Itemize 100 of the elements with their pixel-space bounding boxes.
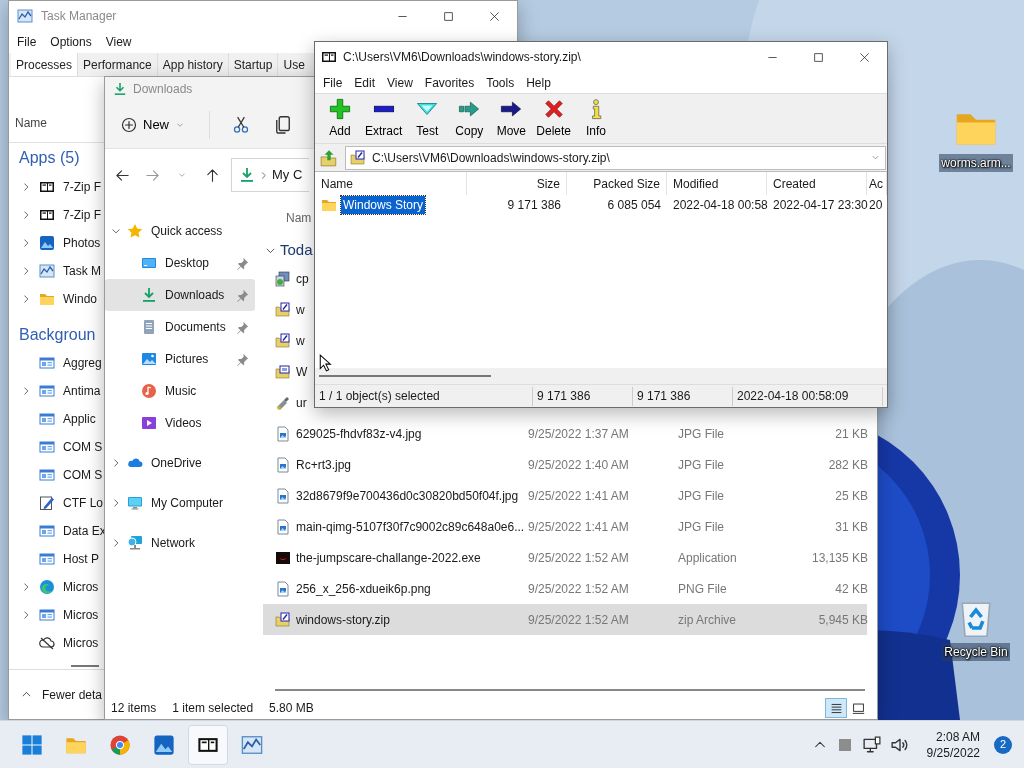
- file-row[interactable]: 629025-fhdvf83z-v4.jpg 9/25/2022 1:37 AM JPG File 21 KB: [263, 418, 867, 449]
- process-name: Micros: [63, 635, 99, 652]
- file-row[interactable]: windows-story.zip 9/25/2022 1:52 AM zip Archive 5,945 KB: [263, 604, 867, 635]
- menu-item[interactable]: Edit: [348, 73, 382, 92]
- new-button[interactable]: New: [115, 110, 191, 139]
- chevron-right-icon[interactable]: [21, 210, 31, 220]
- sidebar-item[interactable]: Quick access: [105, 215, 255, 247]
- file-row[interactable]: Rc+rt3.jpg 9/25/2022 1:40 AM JPG File 282 KB: [263, 449, 867, 480]
- clock-date[interactable]: 9/25/2022: [926, 744, 980, 761]
- process-row[interactable]: Task M: [9, 257, 101, 285]
- details-view-icon: [829, 701, 843, 715]
- scrollbar-thumb[interactable]: [275, 689, 865, 691]
- chevron-right-icon[interactable]: [21, 238, 31, 248]
- chevron-right-icon[interactable]: [111, 498, 121, 508]
- sidebar-item[interactable]: Videos: [105, 407, 255, 439]
- process-row[interactable]: Micros: [9, 601, 99, 629]
- window-icon: [39, 523, 55, 539]
- sidebar-item[interactable]: Desktop: [105, 247, 255, 279]
- toolbar-button[interactable]: Extract: [361, 95, 407, 142]
- file-row[interactable]: ur: [263, 387, 308, 418]
- file-row[interactable]: 256_x_256-xdueik6p.png 9/25/2022 1:52 AM PNG File 42 KB: [263, 573, 867, 604]
- file-name: 256_x_256-xdueik6p.png: [296, 580, 432, 598]
- tool-icon: [275, 394, 291, 411]
- toolbar-button[interactable]: Move: [490, 95, 533, 142]
- column-header[interactable]: Packed Size: [567, 172, 667, 195]
- folder-name[interactable]: Windows Story: [341, 196, 426, 214]
- toolbar-button[interactable]: Test: [406, 95, 449, 142]
- view-button[interactable]: [825, 698, 847, 718]
- menu-item[interactable]: File: [17, 33, 37, 51]
- menu-item[interactable]: Help: [520, 73, 557, 92]
- desktop-icon-label[interactable]: Recycle Bin: [942, 643, 1010, 661]
- process-name: 7-Zip F: [63, 207, 101, 224]
- process-row[interactable]: COM S: [9, 461, 103, 489]
- process-row[interactable]: Photos: [9, 229, 101, 257]
- chevron-right-icon[interactable]: [111, 538, 121, 548]
- chevron-right-icon[interactable]: [111, 458, 121, 468]
- process-row[interactable]: Micros: [9, 629, 99, 657]
- sidebar-item[interactable]: Pictures: [105, 343, 255, 375]
- sidebar-item[interactable]: My Computer: [105, 487, 255, 519]
- menu-item[interactable]: View: [105, 33, 132, 51]
- group-heading: Toda: [280, 239, 313, 260]
- scrollbar-thumb[interactable]: [319, 375, 491, 377]
- chevron-right-icon[interactable]: [21, 582, 31, 592]
- path-combo[interactable]: C:\Users\VM6\Downloads\windows-story.zip\: [345, 145, 886, 170]
- column-header[interactable]: Name: [15, 113, 47, 132]
- file-row[interactable]: 32d8679f9e700436d0c30820bd50f04f.jpg 9/25/2022 1:41 AM JPG File 25 KB: [263, 480, 867, 511]
- process-row[interactable]: Antima: [9, 377, 101, 405]
- download-icon: [239, 167, 255, 183]
- sidebar-item[interactable]: Documents: [105, 311, 255, 343]
- process-row[interactable]: Micros: [9, 573, 99, 601]
- chevron-down-icon[interactable]: [111, 226, 121, 236]
- column-header[interactable]: Nam: [286, 209, 312, 227]
- menu-item[interactable]: Options: [50, 33, 92, 51]
- tab[interactable]: Processes: [11, 53, 79, 76]
- column-header[interactable]: Created: [767, 172, 867, 195]
- file-row[interactable]: main-qimg-5107f30f7c9002c89c648a0e6... 9/25/2022 1:41 AM JPG File 31 KB: [263, 511, 867, 542]
- column-header[interactable]: Ac: [867, 172, 887, 195]
- sidebar-item[interactable]: Music: [105, 375, 255, 407]
- toolbar-button[interactable]: Add: [319, 95, 361, 142]
- chevron-right-icon[interactable]: [21, 294, 31, 304]
- sidebar-item[interactable]: Downloads: [105, 279, 255, 311]
- file-row[interactable]: w: [263, 325, 306, 356]
- file-name: cp: [296, 270, 310, 288]
- column-header[interactable]: Size: [467, 172, 567, 195]
- process-row[interactable]: Windo: [9, 285, 97, 313]
- chevron-right-icon[interactable]: [21, 610, 31, 620]
- notification-badge[interactable]: 2: [994, 735, 1012, 754]
- toolbar-button[interactable]: Delete: [532, 95, 576, 142]
- plus-icon: [329, 97, 351, 120]
- process-row[interactable]: 7-Zip F: [9, 173, 101, 201]
- archive-icon: [275, 301, 291, 318]
- clock-time[interactable]: 2:08 AM: [935, 728, 980, 745]
- desktop-icon-label[interactable]: worms.arm...: [939, 154, 1013, 172]
- menu-item[interactable]: View: [381, 73, 419, 92]
- process-row[interactable]: Aggreg: [9, 349, 102, 377]
- chevron-right-icon[interactable]: [21, 386, 31, 396]
- process-row[interactable]: COM S: [9, 433, 103, 461]
- menu-item[interactable]: Favorites: [418, 73, 481, 92]
- file-row[interactable]: the-jumpscare-challange-2022.exe 9/25/2022 1:52 AM Application 13,135 KB: [263, 542, 867, 573]
- fewer-details-link[interactable]: Fewer deta: [42, 685, 103, 704]
- chevron-right-icon[interactable]: [21, 266, 31, 276]
- toolbar-button[interactable]: Copy: [448, 95, 491, 142]
- file-row[interactable]: w: [263, 294, 306, 325]
- menu-item[interactable]: File: [317, 73, 349, 92]
- column-header[interactable]: Modified: [667, 172, 767, 195]
- sidebar-item[interactable]: Network: [105, 527, 255, 559]
- process-row[interactable]: 7-Zip F: [9, 201, 101, 229]
- process-row[interactable]: CTF Lo: [9, 489, 103, 517]
- process-row[interactable]: Applic: [9, 405, 96, 433]
- photo-icon: [153, 733, 175, 756]
- menu-item[interactable]: Tools: [480, 73, 521, 92]
- taskbar-button[interactable]: [188, 724, 228, 765]
- file-row[interactable]: W: [263, 356, 309, 387]
- scrollbar-thumb[interactable]: [71, 665, 99, 667]
- chevron-right-icon[interactable]: [21, 182, 31, 192]
- toolbar-button[interactable]: Info: [575, 95, 618, 142]
- address-bar[interactable]: My C: [231, 158, 309, 192]
- process-row[interactable]: Host P: [9, 545, 99, 573]
- sidebar-item[interactable]: OneDrive: [105, 447, 255, 479]
- file-row[interactable]: cp: [263, 263, 310, 294]
